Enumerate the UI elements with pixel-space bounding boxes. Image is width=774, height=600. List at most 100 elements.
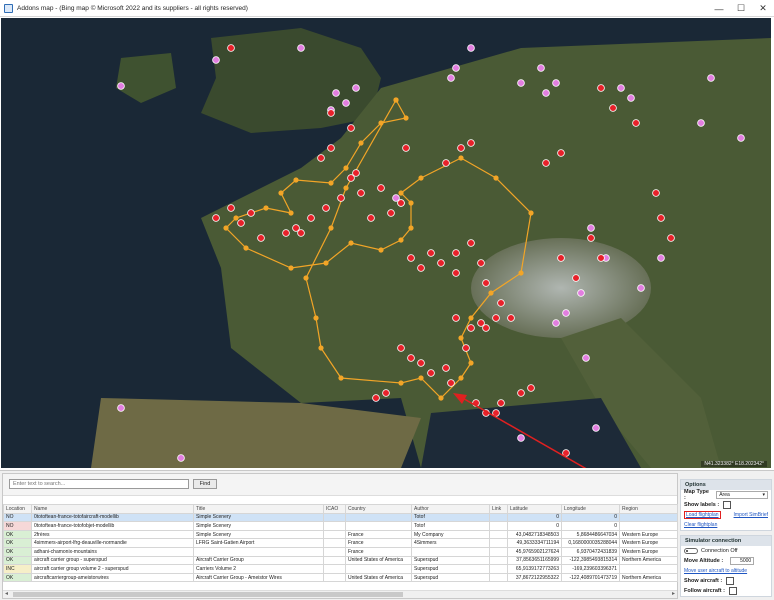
search-input[interactable] (9, 479, 189, 489)
column-header[interactable]: Region (619, 504, 678, 514)
table-cell: OK (3, 546, 32, 557)
follow-aircraft-checkbox[interactable] (728, 587, 737, 595)
addon-marker-other (517, 79, 525, 87)
table-cell: 6,9370472431839 (561, 546, 620, 557)
route-waypoint (408, 225, 414, 231)
column-header[interactable]: Longitude (561, 504, 620, 514)
import-simbrief-link[interactable]: Import SimBrief (734, 512, 768, 518)
table-cell: Totof (411, 521, 490, 531)
addon-marker (597, 84, 605, 92)
table-cell: 37,8672122955322 (507, 572, 562, 583)
addon-marker (227, 204, 235, 212)
table-row[interactable]: OK 2frères Simple Scenery France My Company 4… (3, 529, 678, 540)
addon-marker-other (447, 74, 455, 82)
map-type-select[interactable]: Area ▾ (716, 491, 768, 499)
column-header[interactable]: Link (489, 504, 508, 514)
addon-marker (492, 314, 500, 322)
addon-marker (227, 44, 235, 52)
table-row[interactable]: OK adhani-chamonix-mountains France 45,9765… (3, 546, 678, 557)
table-row[interactable]: OK aircraft carrier group - superspud Airc… (3, 555, 678, 566)
route-waypoint (338, 375, 344, 381)
addon-marker (497, 399, 505, 407)
addon-marker-other (552, 79, 560, 87)
addon-marker (587, 234, 595, 242)
table-cell: My Company (411, 529, 490, 540)
table-cell: 0totoftean-france-totofaircraft-modellib (31, 512, 194, 523)
route-waypoint (278, 190, 284, 196)
find-button[interactable]: Find (193, 479, 217, 489)
addon-marker-other (737, 134, 745, 142)
addon-marker-other (617, 84, 625, 92)
table-cell: United States of America (345, 555, 412, 566)
table-cell: aircraftcarriergroup-ameistorwires (31, 572, 194, 583)
addon-marker-other (177, 454, 185, 462)
addon-marker (377, 184, 385, 192)
column-header[interactable]: Title (193, 504, 324, 514)
table-cell (323, 555, 346, 566)
scroll-left-icon[interactable]: ◂ (5, 591, 8, 598)
table-cell (345, 564, 412, 574)
column-header[interactable]: ICAO (323, 504, 346, 514)
show-aircraft-checkbox[interactable] (726, 577, 735, 585)
table-cell: 0 (561, 521, 620, 531)
connection-toggle[interactable] (684, 548, 698, 554)
column-header[interactable]: Country (345, 504, 412, 514)
addon-marker (572, 274, 580, 282)
addon-marker-other (637, 284, 645, 292)
close-button[interactable]: ✕ (752, 0, 774, 17)
table-header-row: Location Name Title ICAO Country Author Link La… (3, 504, 678, 514)
column-header[interactable]: Location (3, 504, 32, 514)
satellite-map[interactable]: N41.323382° E18.202342° (1, 18, 771, 468)
horizontal-scrollbar[interactable]: ◂ ▸ (3, 590, 677, 598)
table-row[interactable]: OK aircraftcarriergroup-ameistorwires Airc… (3, 572, 678, 583)
addon-marker (427, 369, 435, 377)
column-header[interactable]: Author (411, 504, 490, 514)
route-waypoint (323, 260, 329, 266)
table-cell (489, 546, 508, 557)
route-waypoint (468, 360, 474, 366)
addon-marker (467, 239, 475, 247)
addon-marker-other (452, 64, 460, 72)
route-waypoint (328, 180, 334, 186)
maximize-button[interactable]: ☐ (730, 0, 752, 17)
addon-marker (327, 109, 335, 117)
table-cell: Totof (411, 512, 490, 523)
table-row[interactable]: INC aircraft carrier group volume 2 - sup… (3, 564, 678, 574)
table-row[interactable]: OK 4simmers-airport-lfrg-deauville-norman… (3, 538, 678, 548)
column-header[interactable]: Name (31, 504, 194, 514)
addon-marker (482, 279, 490, 287)
table-row[interactable]: NO 0totoftean-france-totofobjet-modellib S… (3, 521, 678, 531)
table-cell: Aircraft Carrier Group - Ameistor Wires (193, 572, 324, 583)
addon-marker (247, 209, 255, 217)
scroll-right-icon[interactable]: ▸ (672, 591, 675, 598)
table-row[interactable]: NO 0totoftean-france-totofaircraft-modell… (3, 512, 678, 523)
minimize-button[interactable]: — (708, 0, 730, 17)
altitude-stepper[interactable]: 5000 (730, 557, 755, 565)
table-cell (323, 512, 346, 523)
addon-marker (407, 354, 415, 362)
move-user-aircraft-link[interactable]: Move user aircraft to altitude (684, 568, 747, 574)
scrollbar-thumb[interactable] (13, 592, 403, 597)
table-cell: NO (3, 512, 32, 523)
table-cell: 4simmers-airport-lfrg-deauville-normandi… (31, 538, 194, 548)
route-waypoint (223, 225, 229, 231)
table-cell (489, 529, 508, 540)
show-labels-checkbox[interactable] (723, 501, 732, 509)
clear-flightplan-link[interactable]: Clear flightplan (684, 522, 717, 528)
table-cell (323, 572, 346, 583)
addon-marker (442, 159, 450, 167)
addon-marker (372, 394, 380, 402)
route-waypoint (398, 190, 404, 196)
table-cell: Northern America (619, 555, 678, 566)
route-waypoint (408, 200, 414, 206)
chevron-down-icon: ▾ (762, 492, 765, 498)
addon-marker (367, 214, 375, 222)
load-flightplan-link[interactable]: Load flightplan (684, 511, 721, 519)
map-canvas[interactable] (1, 18, 771, 468)
column-header[interactable]: Latitude (507, 504, 562, 514)
table-cell: aircraft carrier group - superspud (31, 555, 194, 566)
table-cell (323, 521, 346, 531)
addon-marker-other (577, 289, 585, 297)
app-icon (4, 3, 13, 13)
addon-marker (657, 214, 665, 222)
